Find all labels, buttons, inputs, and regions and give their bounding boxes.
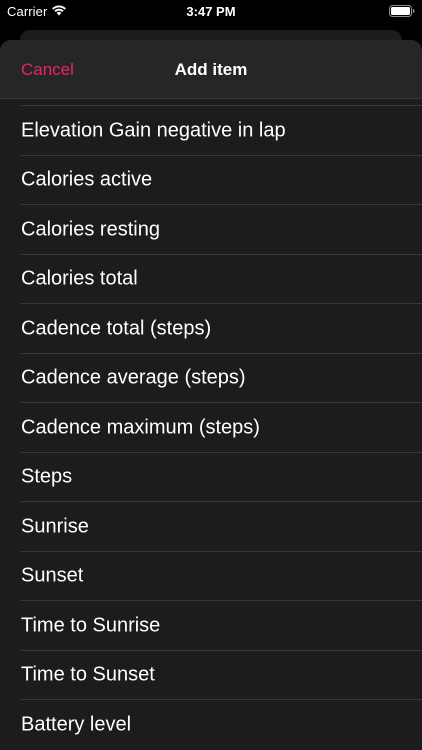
list-item-label: Cadence maximum (steps) [21,416,260,439]
list-item-label: Calories active [21,168,153,191]
status-bar: Carrier 3:47 PM [0,0,422,22]
list-item-label: Steps [21,465,73,488]
screen: Carrier 3:47 PM Cancel Add item Elevatio… [0,0,422,750]
list-item[interactable]: Battery level [0,700,422,750]
list-item[interactable]: Cadence maximum (steps) [0,403,422,453]
list-item-label: Battery level [21,713,132,736]
list-item[interactable]: Calories total [0,255,422,304]
battery-full-icon [389,5,415,17]
list-item-label: Calories total [21,267,138,290]
item-list: Elevation Gain negative in lap Calories … [0,106,422,750]
list-item[interactable]: Cadence average (steps) [0,354,422,403]
list-item[interactable]: Calories active [0,156,422,205]
list-item[interactable]: Calories resting [0,205,422,255]
navigation-bar: Cancel Add item [0,40,422,99]
list-item-label: Cadence total (steps) [21,317,212,340]
list-item-label: Calories resting [21,218,160,241]
list-item-label: Sunrise [21,515,89,538]
list-item[interactable]: Time to Sunrise [0,601,422,651]
list-item-label: Cadence average (steps) [21,366,246,389]
list-item[interactable]: Time to Sunset [0,651,422,700]
list-item-label: Elevation Gain negative in lap [21,119,286,142]
list-item[interactable]: Sunset [0,552,422,601]
add-item-sheet: Cancel Add item Elevation Gain negative … [0,40,422,750]
list-item[interactable]: Elevation Gain negative in lap [0,106,422,156]
list-item-label: Time to Sunset [21,663,155,686]
list-item[interactable]: Cadence total (steps) [0,304,422,354]
list-item-label: Sunset [21,564,84,587]
page-title: Add item [174,60,248,79]
status-time: 3:47 PM [186,4,236,19]
list-item-label: Time to Sunrise [21,614,161,637]
list-item[interactable]: Steps [0,453,422,502]
list-item[interactable]: Sunrise [0,502,422,552]
